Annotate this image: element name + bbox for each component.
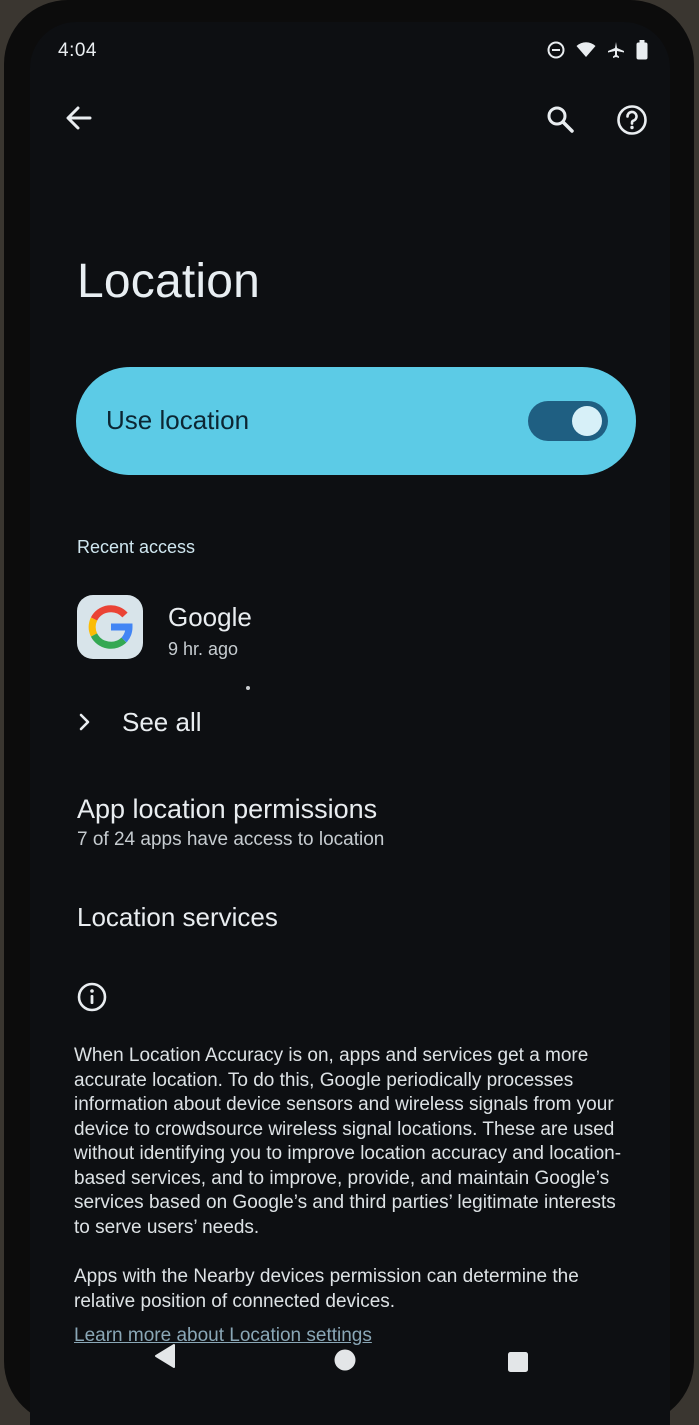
recent-app-name[interactable]: Google (168, 602, 252, 633)
page-title: Location (77, 255, 261, 308)
see-all-label: See all (122, 706, 202, 737)
location-services-item[interactable]: Location services (77, 902, 278, 933)
arrow-left-icon (66, 106, 92, 130)
recent-access-label: Recent access (77, 537, 196, 557)
see-all-button[interactable]: See all (78, 702, 202, 742)
recent-app-time: 9 hr. ago (168, 639, 239, 659)
square-recents-icon (508, 1352, 528, 1372)
use-location-toggle[interactable]: Use location (76, 367, 636, 475)
do-not-disturb-icon (547, 41, 565, 64)
chevron-right-icon (79, 713, 90, 731)
help-circle-icon (617, 105, 647, 135)
info-icon (77, 982, 107, 1017)
google-app-icon[interactable] (77, 595, 143, 659)
google-g-icon (88, 605, 133, 649)
circle-home-icon (334, 1349, 356, 1371)
battery-icon (636, 39, 648, 65)
airplane-icon (607, 41, 625, 64)
nearby-devices-description: Apps with the Nearby devices permission … (74, 1266, 579, 1312)
status-icons (547, 39, 648, 65)
app-location-permissions-title[interactable]: App location permissions (77, 794, 377, 825)
phone-device: 4:04 Location Use location Recent access… (0, 0, 699, 1425)
search-button[interactable] (545, 104, 575, 139)
use-location-switch[interactable] (528, 401, 608, 441)
switch-knob (572, 406, 602, 436)
help-button[interactable] (616, 104, 648, 141)
screen: 4:04 Location Use location Recent access… (30, 22, 670, 1425)
nav-home-button[interactable] (333, 1348, 357, 1377)
nav-back-button[interactable] (152, 1342, 178, 1375)
nav-recents-button[interactable] (507, 1351, 529, 1378)
triangle-back-icon (155, 1344, 175, 1368)
search-icon (547, 106, 574, 133)
learn-more-link[interactable]: Learn more about Location settings (74, 1325, 372, 1347)
back-button[interactable] (64, 103, 94, 138)
status-time: 4:04 (58, 40, 97, 61)
location-accuracy-description: When Location Accuracy is on, apps and s… (74, 1045, 622, 1238)
app-location-permissions-subtitle: 7 of 24 apps have access to location (77, 829, 385, 850)
wifi-icon (576, 41, 596, 63)
use-location-label: Use location (106, 405, 250, 435)
divider-dot (246, 686, 250, 690)
